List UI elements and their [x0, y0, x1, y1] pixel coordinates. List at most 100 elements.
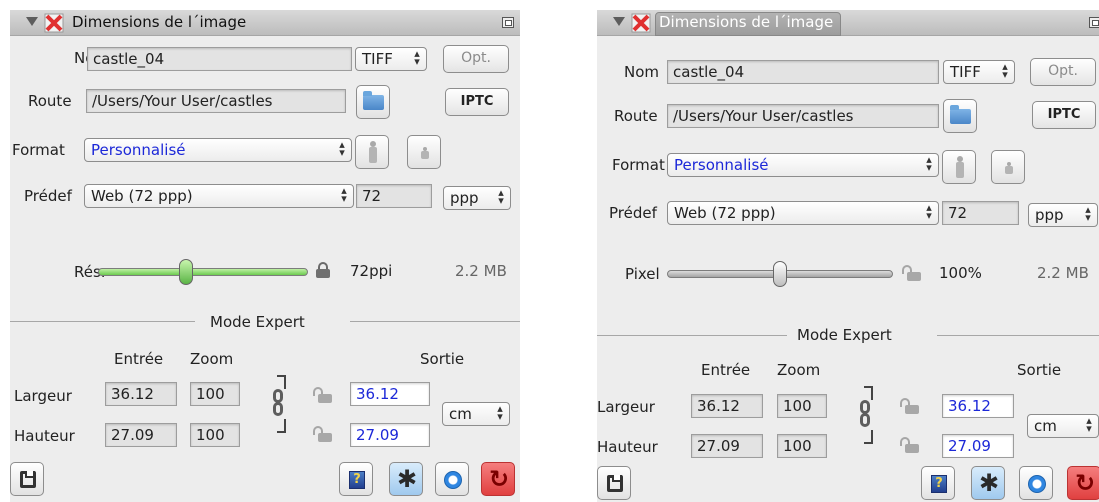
file-type-select[interactable]: TIFF ▴ ▾ — [355, 47, 427, 71]
image-dimensions-panel: Dimensions de l´image Nom castle_04 TIFF… — [597, 10, 1099, 502]
panel-title: Dimensions de l´image — [659, 13, 834, 31]
reset-button[interactable]: ↻ — [1067, 466, 1099, 500]
settings-button[interactable]: ✱ — [971, 466, 1005, 500]
resolution-slider-knob[interactable] — [179, 259, 193, 285]
height-output-field[interactable]: 27.09 — [942, 434, 1014, 458]
slider-readout: 72ppi — [350, 262, 393, 280]
file-type-value: TIFF — [362, 50, 393, 68]
name-field[interactable]: castle_04 — [667, 60, 939, 84]
file-size: 2.2 MB — [1037, 264, 1089, 282]
height-input-field[interactable]: 27.09 — [691, 434, 763, 458]
disclosure-triangle-icon[interactable] — [26, 17, 38, 26]
red-x-app-icon — [44, 13, 64, 33]
divider — [937, 335, 1099, 336]
resolution-field[interactable]: 72 — [356, 184, 432, 208]
width-output-field[interactable]: 36.12 — [350, 382, 430, 406]
output-unit-select[interactable]: cm ▴ ▾ — [1027, 414, 1099, 438]
file-type-select[interactable]: TIFF ▴ ▾ — [943, 60, 1015, 84]
route-field[interactable]: /Users/Your User/castles — [667, 104, 939, 128]
preset-select[interactable]: Web (72 ppp) ▴ ▾ — [84, 184, 354, 208]
format-select[interactable]: Personnalisé ▴ ▾ — [667, 153, 939, 177]
route-label: Route — [28, 92, 72, 110]
height-output-field[interactable]: 27.09 — [350, 423, 430, 447]
mode-expert-toggle[interactable]: Mode Expert — [797, 326, 892, 344]
format-value: Personnalisé — [91, 141, 186, 159]
chevron-updown-icon: ▴ ▾ — [1085, 203, 1091, 224]
iptc-button[interactable]: IPTC — [445, 88, 509, 116]
resolution-unit-select[interactable]: ppp ▴ ▾ — [443, 186, 511, 210]
input-header: Entrée — [114, 350, 164, 368]
gear-icon: ✱ — [396, 465, 418, 493]
width-input-field[interactable]: 36.12 — [105, 382, 177, 406]
zoom-header: Zoom — [190, 350, 234, 368]
height-input-field[interactable]: 27.09 — [105, 423, 177, 447]
search-button[interactable] — [435, 462, 469, 496]
detach-panel-icon[interactable] — [502, 17, 514, 28]
width-zoom-field[interactable]: 100 — [190, 382, 240, 406]
iptc-button[interactable]: IPTC — [1032, 101, 1096, 129]
divider — [350, 321, 520, 322]
help-button[interactable]: ? — [339, 462, 373, 496]
options-button[interactable]: Opt. — [443, 45, 509, 73]
height-lock-icon[interactable] — [313, 426, 332, 442]
preset-label: Prédef — [609, 204, 657, 222]
height-zoom-field[interactable]: 100 — [190, 423, 240, 447]
magnifier-icon — [1028, 475, 1046, 493]
gear-icon: ✱ — [978, 469, 1000, 497]
save-button[interactable] — [597, 466, 631, 500]
reset-icon: ↻ — [1074, 469, 1096, 497]
options-button[interactable]: Opt. — [1030, 58, 1096, 86]
browse-folder-button[interactable] — [356, 85, 390, 119]
name-field[interactable]: castle_04 — [87, 47, 352, 71]
save-button[interactable] — [10, 462, 44, 496]
image-dimensions-panel: Dimensions de l´image Nom castle_04 TIFF… — [10, 10, 520, 502]
height-lock-icon[interactable] — [900, 437, 919, 453]
preset-select[interactable]: Web (72 ppp) ▴ ▾ — [667, 201, 939, 225]
width-lock-icon[interactable] — [900, 398, 919, 414]
preset-value: Web (72 ppp) — [91, 187, 193, 205]
landscape-button[interactable] — [407, 135, 441, 169]
disclosure-triangle-icon[interactable] — [613, 17, 625, 26]
height-zoom-field[interactable]: 100 — [777, 434, 827, 458]
zoom-header: Zoom — [777, 361, 821, 379]
portrait-button[interactable] — [355, 135, 389, 169]
width-lock-icon[interactable] — [313, 387, 332, 403]
search-button[interactable] — [1019, 466, 1053, 500]
reset-button[interactable]: ↻ — [481, 462, 515, 496]
landscape-button[interactable] — [991, 150, 1025, 184]
route-field[interactable]: /Users/Your User/castles — [86, 89, 346, 113]
pixel-slider-knob[interactable] — [773, 261, 787, 287]
help-book-icon: ? — [349, 471, 365, 489]
resolution-slider-track[interactable] — [98, 268, 308, 276]
lock-icon[interactable] — [316, 262, 330, 278]
mode-expert-toggle[interactable]: Mode Expert — [210, 313, 305, 331]
height-label: Hauteur — [597, 438, 658, 456]
chevron-updown-icon: ▴ ▾ — [926, 153, 932, 174]
detach-panel-icon[interactable] — [1089, 17, 1099, 28]
portrait-button[interactable] — [942, 150, 976, 184]
format-select[interactable]: Personnalisé ▴ ▾ — [84, 138, 352, 162]
resolution-field[interactable]: 72 — [942, 201, 1019, 225]
chevron-updown-icon: ▴ ▾ — [414, 47, 420, 68]
landscape-orientation-icon — [421, 147, 429, 159]
chevron-updown-icon: ▴ ▾ — [498, 186, 504, 207]
height-label: Hauteur — [14, 427, 75, 445]
width-input-field[interactable]: 36.12 — [691, 394, 763, 418]
width-output-field[interactable]: 36.12 — [942, 394, 1014, 418]
chevron-updown-icon: ▴ ▾ — [926, 201, 932, 222]
panel-titlebar: Dimensions de l´image — [10, 10, 520, 36]
browse-folder-button[interactable] — [943, 99, 977, 133]
output-header: Sortie — [420, 350, 465, 368]
output-unit-value: cm — [449, 405, 472, 423]
width-zoom-field[interactable]: 100 — [777, 394, 827, 418]
output-unit-select[interactable]: cm ▴ ▾ — [442, 402, 510, 426]
format-label: Format — [12, 141, 65, 159]
help-button[interactable]: ? — [921, 466, 955, 500]
landscape-orientation-icon — [1005, 162, 1013, 174]
file-type-value: TIFF — [950, 63, 981, 81]
lock-icon[interactable] — [902, 265, 921, 281]
chain-link-icon[interactable] — [860, 386, 880, 444]
resolution-unit-select[interactable]: ppp ▴ ▾ — [1028, 203, 1098, 227]
chain-link-icon[interactable] — [273, 375, 293, 433]
settings-button[interactable]: ✱ — [389, 462, 423, 496]
